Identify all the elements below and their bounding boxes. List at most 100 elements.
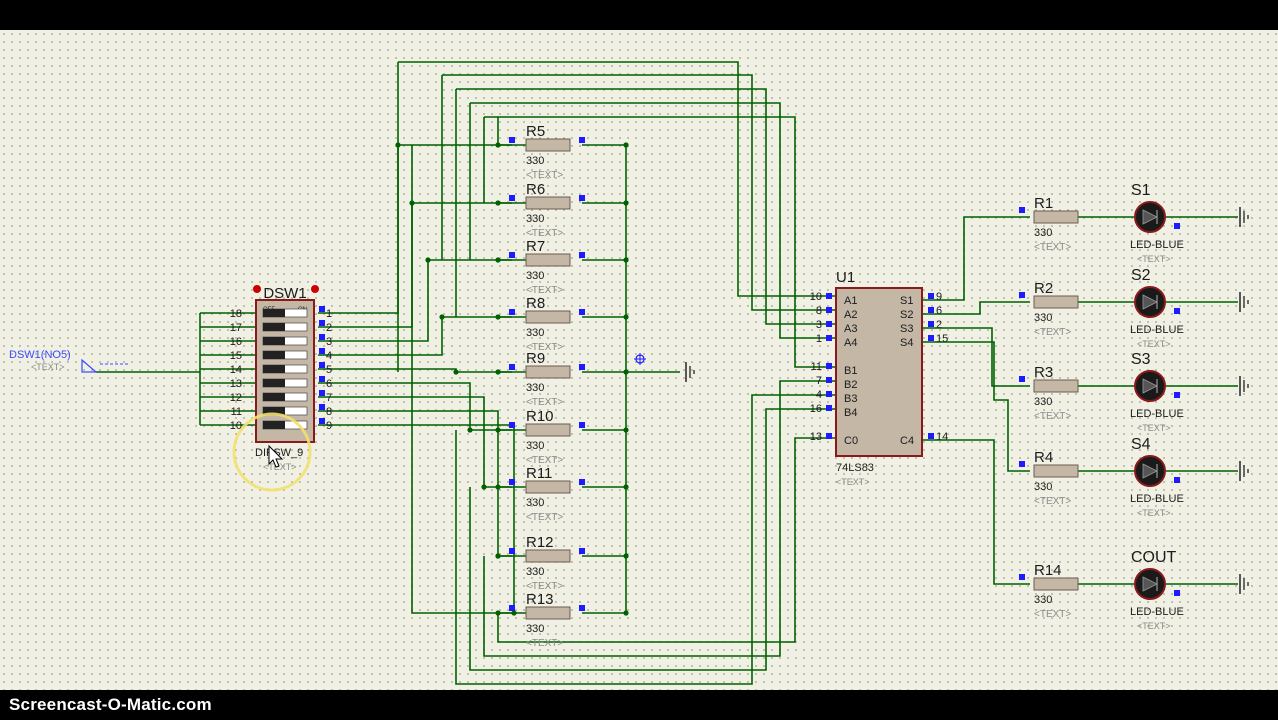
resistor-text: <TEXT> — [526, 512, 563, 523]
led-pin-marker[interactable] — [1174, 590, 1180, 596]
output-pin-marker[interactable] — [1019, 461, 1025, 467]
dipswitch-lever[interactable] — [263, 379, 285, 387]
pulldown-pin-marker[interactable] — [579, 309, 585, 315]
led-pin-marker[interactable] — [1174, 392, 1180, 398]
resistor-body[interactable] — [1033, 295, 1079, 309]
chip-pin-marker[interactable] — [826, 363, 832, 369]
resistor-body[interactable] — [525, 423, 571, 437]
resistor-body[interactable] — [1033, 577, 1079, 591]
dipswitch-right-pin-number: 7 — [326, 392, 332, 404]
resistor-body[interactable] — [525, 606, 571, 620]
chip-pin-marker[interactable] — [928, 307, 934, 313]
resistor-text: <TEXT> — [526, 638, 563, 649]
dipswitch-lever[interactable] — [263, 421, 285, 429]
chip-pin-marker[interactable] — [826, 307, 832, 313]
junction-dot — [623, 484, 629, 490]
resistor-body[interactable] — [1033, 379, 1079, 393]
pulldown-pin-marker[interactable] — [509, 137, 515, 143]
junction-dot — [623, 200, 629, 206]
pulldown-pin-marker[interactable] — [579, 195, 585, 201]
chip-pin-marker[interactable] — [928, 335, 934, 341]
pulldown-pin-marker[interactable] — [509, 309, 515, 315]
chip-pin-marker[interactable] — [928, 433, 934, 439]
probe-arrow-icon[interactable] — [81, 358, 98, 373]
pulldown-pin-marker[interactable] — [579, 479, 585, 485]
output-pin-marker[interactable] — [1019, 574, 1025, 580]
dipswitch-pin-marker[interactable] — [319, 334, 325, 340]
pulldown-pin-marker[interactable] — [579, 548, 585, 554]
led-text: <TEXT> — [1137, 621, 1171, 631]
output-pin-marker[interactable] — [1019, 376, 1025, 382]
resistor-body[interactable] — [525, 138, 571, 152]
led-pin-marker[interactable] — [1174, 308, 1180, 314]
chip-pin-marker[interactable] — [928, 321, 934, 327]
pulldown-pin-marker[interactable] — [509, 479, 515, 485]
schematic-drawing[interactable]: DSW1OFFON181172163154145136127118109DIPS… — [0, 0, 1278, 720]
chip-right-pin-name: S1 — [900, 295, 913, 307]
dipswitch-pin-marker[interactable] — [319, 348, 325, 354]
led-pin-marker[interactable] — [1174, 477, 1180, 483]
chip-pin-marker[interactable] — [826, 405, 832, 411]
resistor-body[interactable] — [1033, 210, 1079, 224]
dipswitch-left-pin-number: 16 — [230, 336, 242, 348]
pulldown-pin-marker[interactable] — [579, 137, 585, 143]
chip-right-pin-name: S3 — [900, 323, 913, 335]
resistor-body[interactable] — [1033, 464, 1079, 478]
chip-right-pin-number: 15 — [936, 333, 948, 345]
resistor-body[interactable] — [525, 196, 571, 210]
output-pin-marker[interactable] — [1019, 292, 1025, 298]
resistor-ref: R8 — [526, 295, 545, 312]
dip-output-wire — [318, 144, 512, 314]
resistor-body[interactable] — [525, 480, 571, 494]
dip-output-wire — [318, 382, 512, 431]
dipswitch-pin-marker[interactable] — [319, 362, 325, 368]
pulldown-pin-marker[interactable] — [579, 364, 585, 370]
dipswitch-lever[interactable] — [263, 323, 285, 331]
pulldown-pin-marker[interactable] — [509, 605, 515, 611]
dipswitch-lever[interactable] — [263, 393, 285, 401]
pulldown-pin-marker[interactable] — [579, 605, 585, 611]
dipswitch-handle[interactable] — [253, 285, 261, 293]
chip-pin-marker[interactable] — [928, 293, 934, 299]
pulldown-pin-marker[interactable] — [509, 364, 515, 370]
dipswitch-lever[interactable] — [263, 337, 285, 345]
dipswitch-pin-marker[interactable] — [319, 320, 325, 326]
chip-pin-marker[interactable] — [826, 335, 832, 341]
pulldown-pin-marker[interactable] — [579, 252, 585, 258]
led-pin-marker[interactable] — [1174, 223, 1180, 229]
bus-a2 — [442, 74, 836, 311]
resistor-body[interactable] — [525, 310, 571, 324]
chip-pin-marker[interactable] — [826, 433, 832, 439]
dipswitch-pin-marker[interactable] — [319, 404, 325, 410]
led-text: <TEXT> — [1137, 423, 1171, 433]
pulldown-pin-marker[interactable] — [509, 252, 515, 258]
dipswitch-lever[interactable] — [263, 365, 285, 373]
dipswitch-pin-marker[interactable] — [319, 418, 325, 424]
chip-right-pin-name: S2 — [900, 309, 913, 321]
junction-dot — [425, 257, 431, 263]
resistor-body[interactable] — [525, 549, 571, 563]
pulldown-pin-marker[interactable] — [509, 422, 515, 428]
dipswitch-left-pin-number: 18 — [230, 308, 242, 320]
led-ref: S3 — [1131, 351, 1151, 368]
pulldown-pin-marker[interactable] — [579, 422, 585, 428]
chip-left-pin-name: B1 — [844, 365, 857, 377]
dipswitch-pin-marker[interactable] — [319, 376, 325, 382]
dipswitch-pin-marker[interactable] — [319, 306, 325, 312]
junction-dot — [481, 484, 487, 490]
pulldown-pin-marker[interactable] — [509, 195, 515, 201]
led-part: LED-BLUE — [1130, 239, 1184, 251]
dipswitch-handle[interactable] — [311, 285, 319, 293]
output-pin-marker[interactable] — [1019, 207, 1025, 213]
junction-dot — [623, 257, 629, 263]
chip-pin-marker[interactable] — [826, 293, 832, 299]
chip-pin-marker[interactable] — [826, 321, 832, 327]
chip-pin-marker[interactable] — [826, 391, 832, 397]
resistor-body[interactable] — [525, 253, 571, 267]
resistor-body[interactable] — [525, 365, 571, 379]
chip-pin-marker[interactable] — [826, 377, 832, 383]
dipswitch-lever[interactable] — [263, 351, 285, 359]
pulldown-pin-marker[interactable] — [509, 548, 515, 554]
dipswitch-lever[interactable] — [263, 309, 285, 317]
dipswitch-pin-marker[interactable] — [319, 390, 325, 396]
